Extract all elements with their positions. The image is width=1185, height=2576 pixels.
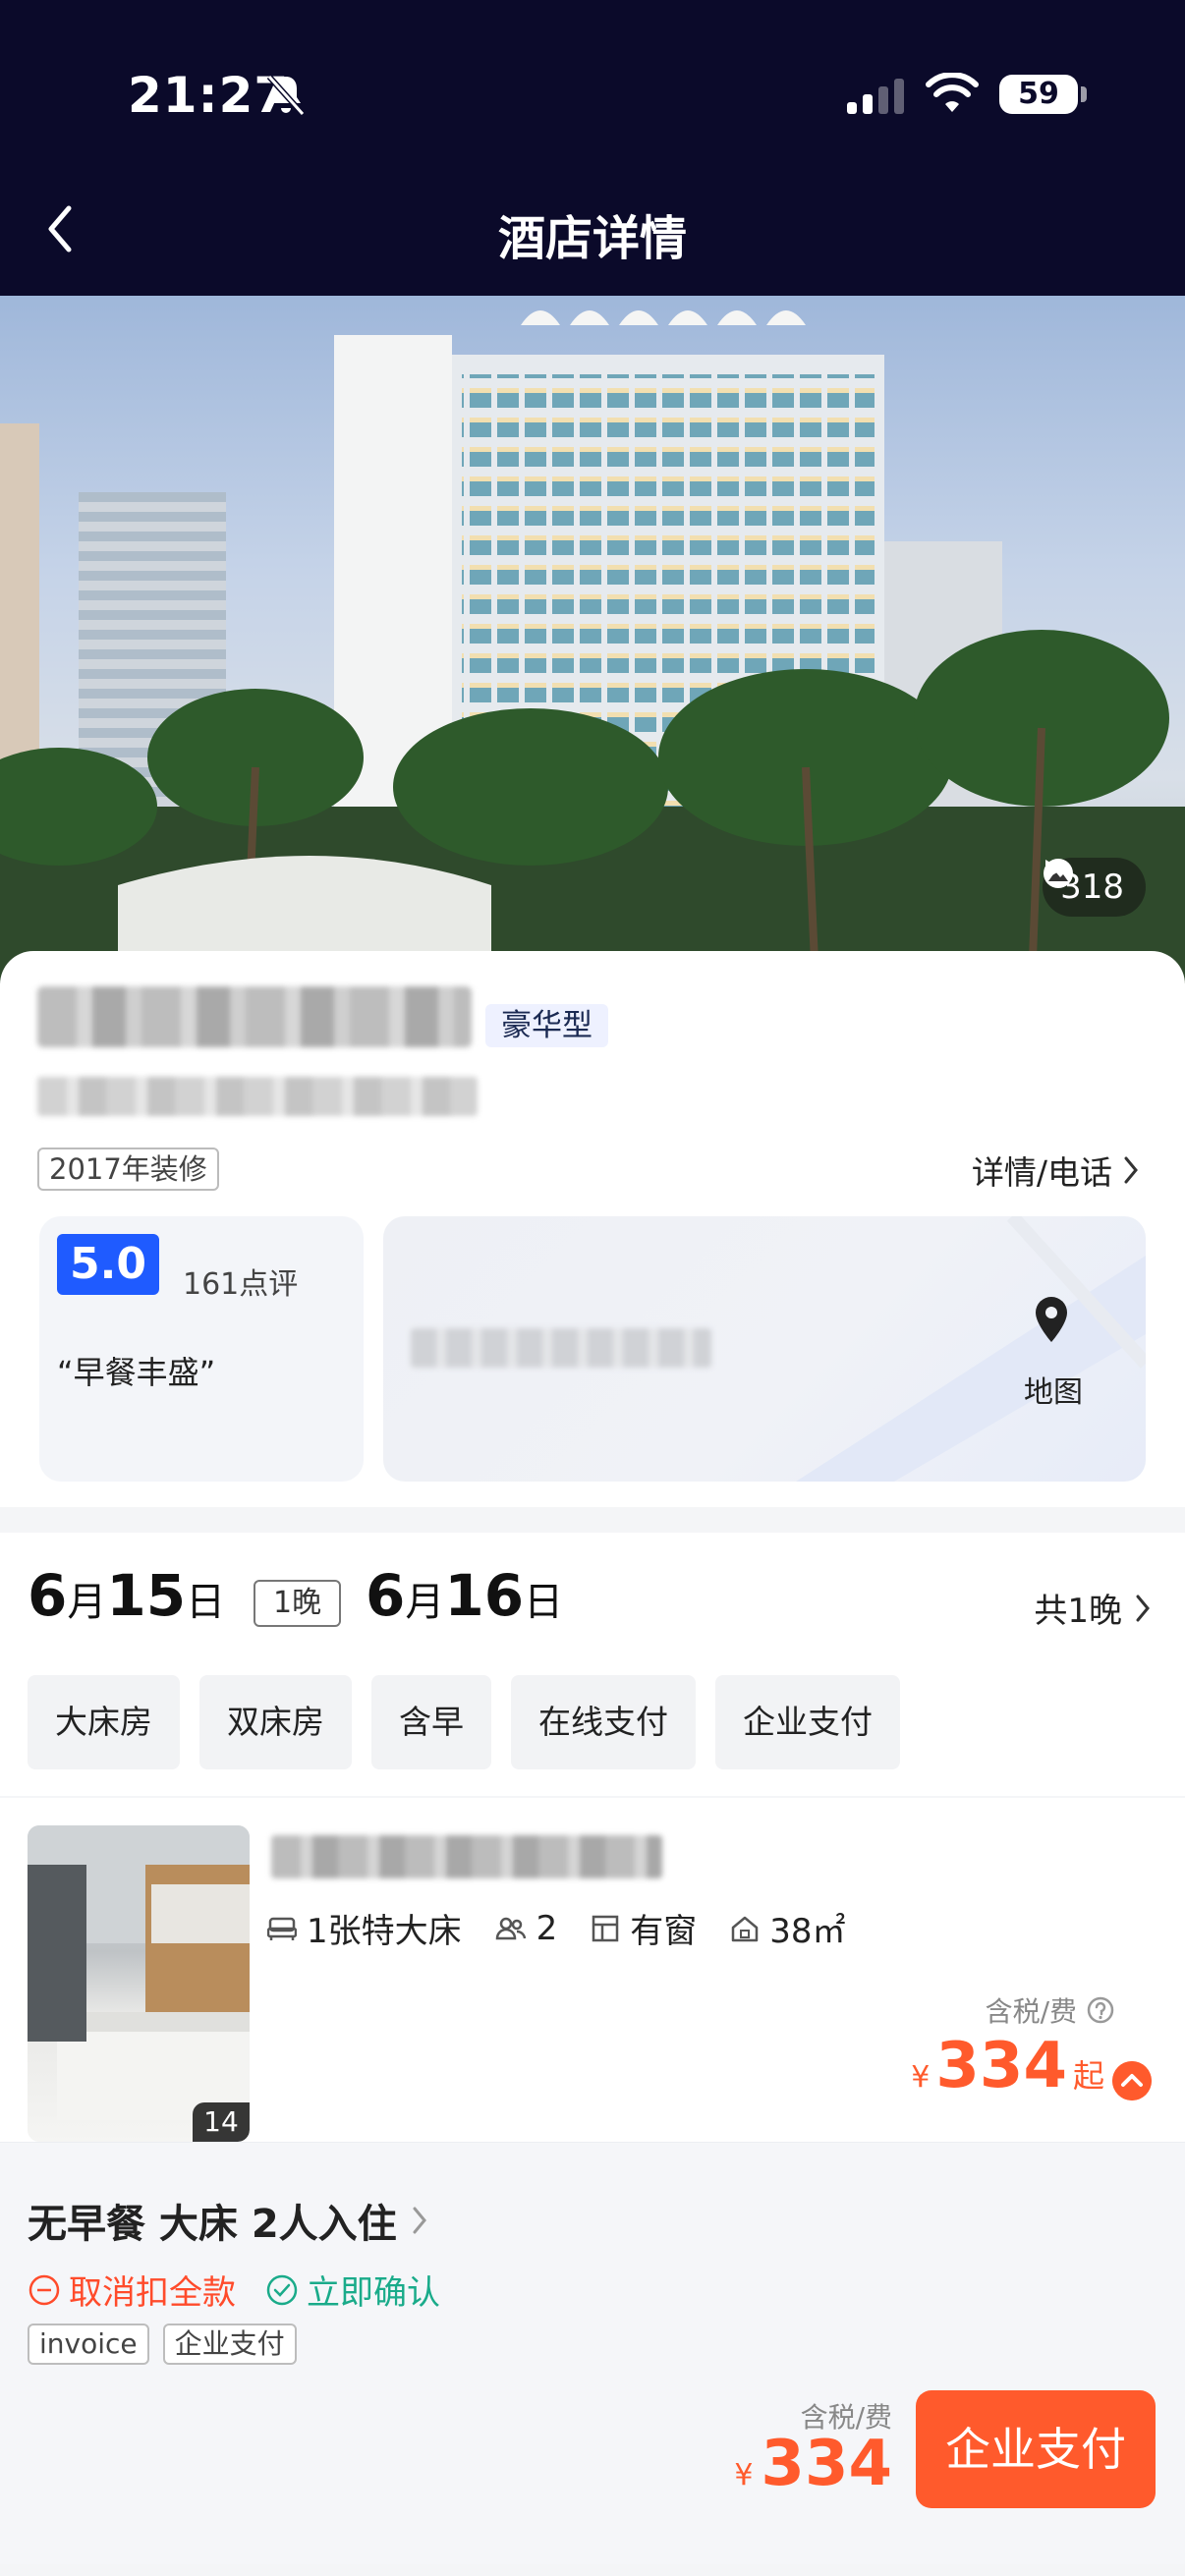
battery-tip — [1081, 86, 1087, 102]
confirm-policy: 立即确认 — [265, 2266, 440, 2314]
currency-symbol: ¥ — [734, 2458, 754, 2492]
room-tax-note: 含税/费 — [986, 1990, 1114, 2030]
page-title: 酒店详情 — [497, 211, 687, 266]
confirm-policy-label: 立即确认 — [307, 2273, 440, 2313]
room-filter-chips: 大床房 双床房 含早 在线支付 企业支付 — [28, 1675, 900, 1769]
play-icon — [1045, 860, 1063, 879]
filter-twin-bed[interactable]: 双床房 — [199, 1675, 352, 1769]
room-price: ¥ 334 起 — [911, 2030, 1104, 2102]
address-redacted — [411, 1328, 711, 1368]
total-nights-label: 共1晚 — [1034, 1592, 1122, 1631]
cancel-policy[interactable]: 取消扣全款 — [28, 2266, 236, 2314]
battery-indicator: 59 — [999, 75, 1078, 114]
room-tax-label: 含税/费 — [985, 1995, 1077, 2028]
nights-tag: 1晚 — [254, 1580, 342, 1627]
filter-corporate-pay[interactable]: 企业支付 — [715, 1675, 900, 1769]
rate-price: ¥ 334 — [734, 2428, 892, 2500]
rate-plan-title-label: 无早餐 大床 2人入住 — [28, 2202, 397, 2247]
corporate-pay-button[interactable]: 企业支付 — [916, 2390, 1156, 2508]
month-unit: 月 — [67, 1580, 107, 1625]
hotel-tier-badge: 豪华型 — [485, 1004, 608, 1047]
checkout-month: 6 — [366, 1562, 406, 1629]
price-from-suffix: 起 — [1072, 2057, 1104, 2095]
cancel-policy-label: 取消扣全款 — [69, 2273, 236, 2313]
filter-king-bed[interactable]: 大床房 — [28, 1675, 180, 1769]
rate-plan-title[interactable]: 无早餐 大床 2人入住 — [28, 2192, 428, 2249]
review-count: 161点评 — [183, 1267, 299, 1302]
rate-plan-tags: invoice 企业支付 — [28, 2324, 297, 2365]
month-unit: 月 — [405, 1580, 445, 1625]
hotel-info-card: 豪华型 2017年装修 详情/电话 5.0 161点评 “早餐丰盛” 地图 — [0, 951, 1185, 1507]
area-icon — [732, 1916, 759, 1941]
bed-icon — [267, 1917, 297, 1940]
renovation-tag: 2017年装修 — [37, 1148, 219, 1191]
chevron-right-icon — [1136, 1595, 1150, 1621]
nav-header: 21:27 59 酒店详情 — [0, 0, 1185, 296]
minus-circle-icon — [28, 2274, 60, 2305]
window-icon — [592, 1915, 619, 1941]
invoice-tag: invoice — [28, 2324, 149, 2365]
room-illustration — [28, 1825, 250, 2120]
checkout-day: 16 — [444, 1562, 525, 1629]
checkin-day: 15 — [106, 1562, 187, 1629]
stay-dates-section: 6月15日 1晚 6月16日 共1晚 大床房 双床房 含早 在线支付 企业支付 — [0, 1533, 1185, 1796]
hotel-english-name-redacted — [37, 1077, 478, 1116]
room-photo[interactable]: 14 — [28, 1825, 250, 2142]
room-card[interactable]: 14 1张特大床 2 有窗 38㎡ 含税/费 ¥ 334 起 — [0, 1798, 1185, 2142]
corporate-pay-tag: 企业支付 — [162, 2324, 297, 2365]
room-name-redacted — [271, 1835, 662, 1878]
window-label: 有窗 — [630, 1912, 698, 1951]
chevron-right-icon — [413, 2207, 426, 2234]
guests-label: 2 — [536, 1908, 558, 1948]
wifi-icon — [926, 73, 979, 112]
guests-spec: 2 — [495, 1908, 558, 1948]
checkout-date[interactable]: 6月16日 — [366, 1562, 563, 1629]
room-image-count: 14 — [193, 2102, 250, 2142]
currency-symbol: ¥ — [911, 2060, 931, 2095]
window-spec: 有窗 — [591, 1904, 697, 1952]
map-label: 地图 — [1024, 1375, 1083, 1410]
filter-online-pay[interactable]: 在线支付 — [511, 1675, 696, 1769]
room-specs: 1张特大床 2 有窗 38㎡ — [267, 1904, 846, 1952]
guests-icon — [495, 1917, 526, 1939]
room-price-value: 334 — [935, 2030, 1067, 2102]
check-circle-icon — [266, 2274, 298, 2305]
bed-spec: 1张特大床 — [267, 1904, 462, 1952]
day-unit: 日 — [524, 1580, 564, 1625]
chevron-right-icon — [1124, 1156, 1138, 1184]
rate-plan-row[interactable]: 无早餐 大床 2人入住 取消扣全款 立即确认 invoice 企业支付 含税/费… — [0, 2142, 1185, 2564]
area-label: 38㎡ — [769, 1912, 846, 1951]
filter-breakfast[interactable]: 含早 — [371, 1675, 491, 1769]
checkin-date[interactable]: 6月15日 — [28, 1562, 225, 1629]
area-spec: 38㎡ — [730, 1904, 846, 1952]
chevron-up-icon[interactable] — [1112, 2061, 1152, 2100]
review-highlight: “早餐丰盛” — [57, 1354, 216, 1391]
photo-gallery-button[interactable]: 318 — [1043, 858, 1146, 917]
location-pin-icon — [1036, 1297, 1067, 1342]
checkin-month: 6 — [28, 1562, 68, 1629]
hotel-building-illustration — [0, 310, 1185, 983]
day-unit: 日 — [186, 1580, 226, 1625]
rate-policies: 取消扣全款 立即确认 — [28, 2266, 440, 2314]
map-preview[interactable]: 地图 — [383, 1216, 1146, 1482]
hotel-photo[interactable]: 318 — [0, 296, 1185, 983]
bed-label: 1张特大床 — [307, 1912, 462, 1951]
help-icon[interactable] — [1087, 1996, 1114, 2024]
hotel-name-redacted — [37, 986, 472, 1047]
cellular-signal-icon — [847, 75, 904, 114]
rating-score: 5.0 — [57, 1234, 159, 1295]
details-phone-label: 详情/电话 — [971, 1153, 1112, 1192]
bell-muted-icon — [266, 74, 306, 117]
review-summary[interactable]: 5.0 161点评 “早餐丰盛” — [39, 1216, 364, 1482]
details-phone-link[interactable]: 详情/电话 — [972, 1147, 1140, 1194]
rate-price-value: 334 — [761, 2428, 892, 2500]
total-nights-link[interactable]: 共1晚 — [1034, 1584, 1152, 1632]
